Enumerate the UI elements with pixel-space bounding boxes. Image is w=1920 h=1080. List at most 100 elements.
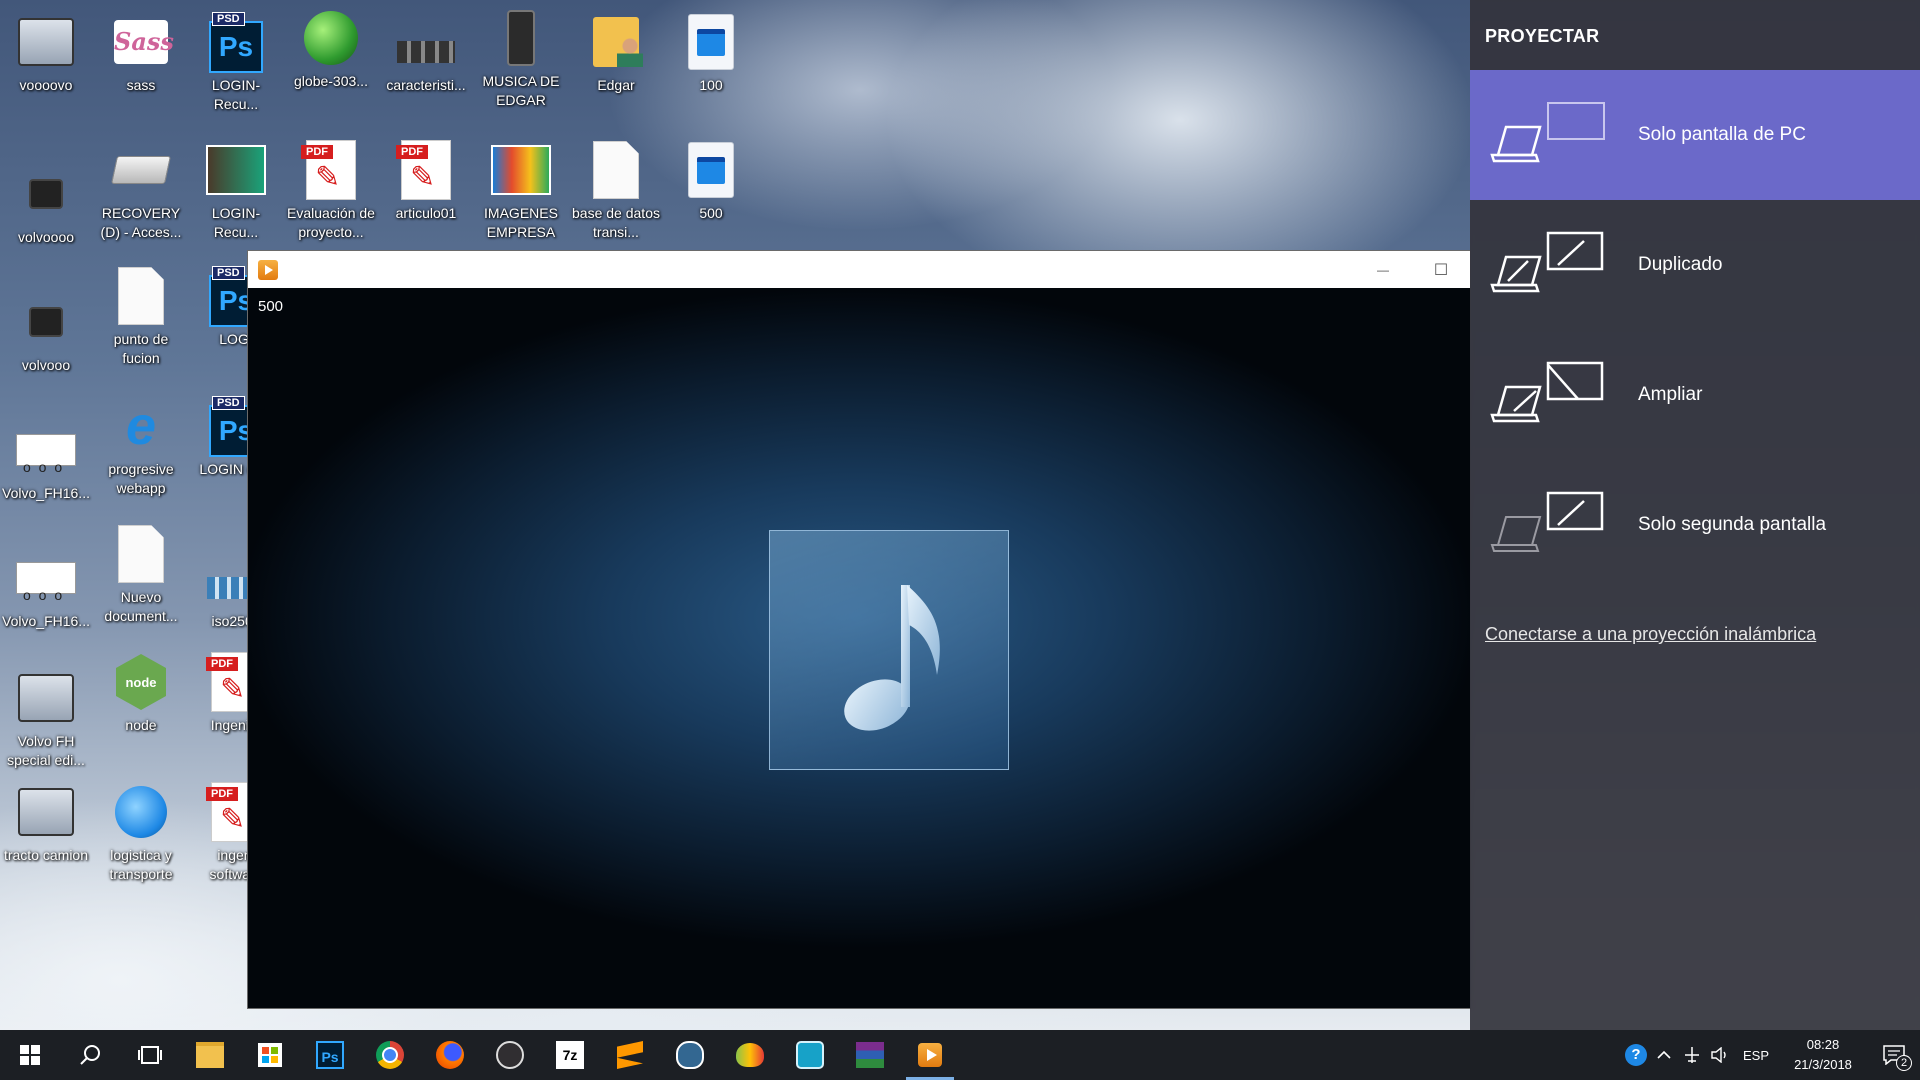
taskbar-media-player[interactable] [900, 1030, 960, 1080]
chevron-up-icon[interactable] [1650, 1030, 1678, 1080]
task-view-button[interactable] [120, 1030, 180, 1080]
desktop-icon-base-de-datos[interactable]: base de datos transi... [570, 140, 662, 242]
desktop-icon-login-recu-img[interactable]: LOGIN-Recu... [190, 140, 282, 242]
option-second-screen-only[interactable]: Solo segunda pantalla [1470, 460, 1920, 590]
video-area[interactable]: 500 [248, 288, 1470, 1008]
desktop-icon-label: base de datos transi... [572, 205, 660, 240]
desktop-icon-logistica[interactable]: logistica y transporte [95, 782, 187, 884]
taskbar-store[interactable] [240, 1030, 300, 1080]
desktop-icon-volvoooo[interactable]: volvoooo [0, 164, 92, 247]
desktop-icon-progresive-webapp[interactable]: e progresive webapp [95, 396, 187, 498]
drive-icon [111, 140, 171, 200]
desktop-icon-volvo-fh16-1[interactable]: Volvo_FH16... [0, 420, 92, 503]
volume-icon[interactable] [1706, 1030, 1734, 1080]
desktop-icon-label: articulo01 [395, 205, 457, 221]
truck-icon [16, 292, 76, 352]
taskbar-postgres[interactable] [660, 1030, 720, 1080]
desktop-icon-volvooo[interactable]: volvooo [0, 292, 92, 375]
clock[interactable]: 08:28 21/3/2018 [1778, 1035, 1868, 1075]
search-button[interactable] [60, 1030, 120, 1080]
desktop-icon-edgar[interactable]: Edgar [570, 12, 662, 95]
user-folder-icon [586, 12, 646, 72]
postgres-icon [676, 1041, 704, 1069]
video-file-icon [681, 12, 741, 72]
desktop-icon-evaluacion[interactable]: PDF ✎ Evaluación de proyecto... [285, 140, 377, 242]
desktop-icon-500[interactable]: 500 [665, 140, 757, 223]
desktop-icon-label: node [125, 717, 157, 733]
music-player-icon [491, 8, 551, 68]
desktop-icon-articulo01[interactable]: PDF ✎ articulo01 [380, 140, 472, 223]
help-icon[interactable]: ? [1622, 1030, 1650, 1080]
taskbar-obs[interactable] [480, 1030, 540, 1080]
window-titlebar[interactable]: — ☐ [248, 251, 1470, 288]
maximize-button[interactable]: ☐ [1412, 251, 1470, 288]
start-button[interactable] [0, 1030, 60, 1080]
option-extend[interactable]: Ampliar [1470, 330, 1920, 460]
option-duplicate[interactable]: Duplicado [1470, 200, 1920, 330]
taskbar-firefox[interactable] [420, 1030, 480, 1080]
desktop-icon-label: volvooo [21, 357, 71, 373]
desktop-icon-label: logistica y transporte [109, 847, 173, 882]
taskbar-sublime[interactable] [600, 1030, 660, 1080]
taskbar-photoshop[interactable]: Ps [300, 1030, 360, 1080]
taskbar-7zip[interactable]: 7z [540, 1030, 600, 1080]
desktop-icon-label: volvoooo [17, 229, 75, 245]
desktop-icon-label: IMAGENES EMPRESA [484, 205, 558, 240]
action-center-button[interactable]: 2 [1868, 1030, 1920, 1080]
airplane-mode-icon[interactable] [1678, 1030, 1706, 1080]
desktop-icon-tracto-camion[interactable]: tracto camion [0, 782, 92, 865]
search-icon [80, 1045, 100, 1065]
taskbar-chrome[interactable] [360, 1030, 420, 1080]
trailer-icon [16, 548, 76, 608]
desktop-icon-label: MUSICA DE EDGAR [482, 73, 560, 108]
minimize-button[interactable]: — [1354, 251, 1412, 288]
desktop-icon-sass[interactable]: Sass sass [95, 12, 187, 95]
pdf-icon: PDF ✎ [396, 140, 456, 200]
desktop-icon-recovery[interactable]: RECOVERY (D) - Acces... [95, 140, 187, 242]
desktop-icon-volvo-fh16-2[interactable]: Volvo_FH16... [0, 548, 92, 631]
desktop-icon-globe[interactable]: globe-303... [285, 8, 377, 91]
desktop-icon-volvo-fh-special[interactable]: Volvo FH special edi... [0, 668, 92, 770]
taskbar-winrar[interactable] [840, 1030, 900, 1080]
taskbar-file-explorer[interactable] [180, 1030, 240, 1080]
option-label: Duplicado [1638, 254, 1723, 275]
desktop-icon-label: LOGIN-Recu... [211, 77, 261, 112]
extend-icon [1488, 355, 1628, 435]
winrar-icon [856, 1042, 884, 1068]
second-screen-only-icon [1488, 485, 1628, 565]
media-player-window[interactable]: — ☐ 500 [248, 251, 1470, 1008]
desktop-icon-label: 500 [699, 205, 723, 221]
photoshop-icon: Ps [316, 1041, 344, 1069]
node-icon: node [111, 652, 171, 712]
desktop-icon-voooovo[interactable]: voooovo [0, 12, 92, 95]
desktop-icon-login-recu-psd[interactable]: PSD Ps LOGIN-Recu... [190, 12, 282, 114]
image-strip-icon [396, 12, 456, 72]
desktop-icon-label: 100 [699, 77, 723, 93]
globe-icon [111, 782, 171, 842]
desktop-icon-node[interactable]: node node [95, 652, 187, 735]
taskbar: Ps 7z ? ESP 08:28 21/3/2018 2 [0, 1030, 1920, 1080]
desktop-icon-label: Volvo FH special edi... [7, 733, 85, 768]
notification-count-badge: 2 [1896, 1055, 1912, 1071]
pdf-badge: PDF [301, 145, 333, 159]
taskbar-blue-app[interactable] [780, 1030, 840, 1080]
language-indicator[interactable]: ESP [1734, 1030, 1778, 1080]
option-pc-screen-only[interactable]: Solo pantalla de PC [1470, 70, 1920, 200]
taskbar-chameleon[interactable] [720, 1030, 780, 1080]
7zip-icon: 7z [556, 1041, 584, 1069]
option-label: Solo pantalla de PC [1638, 124, 1806, 145]
desktop-icon-label: punto de fucion [113, 331, 169, 366]
desktop-icon-100[interactable]: 100 [665, 12, 757, 95]
obs-icon [496, 1041, 524, 1069]
node-badge: node [116, 654, 166, 710]
photoshop-file-icon: PSD Ps [206, 12, 266, 73]
video-file-icon [681, 140, 741, 200]
desktop-icon-label: Edgar [597, 77, 635, 93]
desktop-icon-imagenes-empresa[interactable]: IMAGENES EMPRESA [475, 140, 567, 242]
desktop-icon-caracteristicas[interactable]: caracteristi... [380, 12, 472, 95]
desktop-icon-nuevo-documento[interactable]: Nuevo document... [95, 524, 187, 626]
connect-wireless-display-link[interactable]: Conectarse a una proyección inalámbrica [1485, 624, 1816, 645]
truck-icon [16, 668, 76, 728]
desktop-icon-musica-de-edgar[interactable]: MUSICA DE EDGAR [475, 8, 567, 110]
desktop-icon-punto-de-fucion[interactable]: punto de fucion [95, 266, 187, 368]
